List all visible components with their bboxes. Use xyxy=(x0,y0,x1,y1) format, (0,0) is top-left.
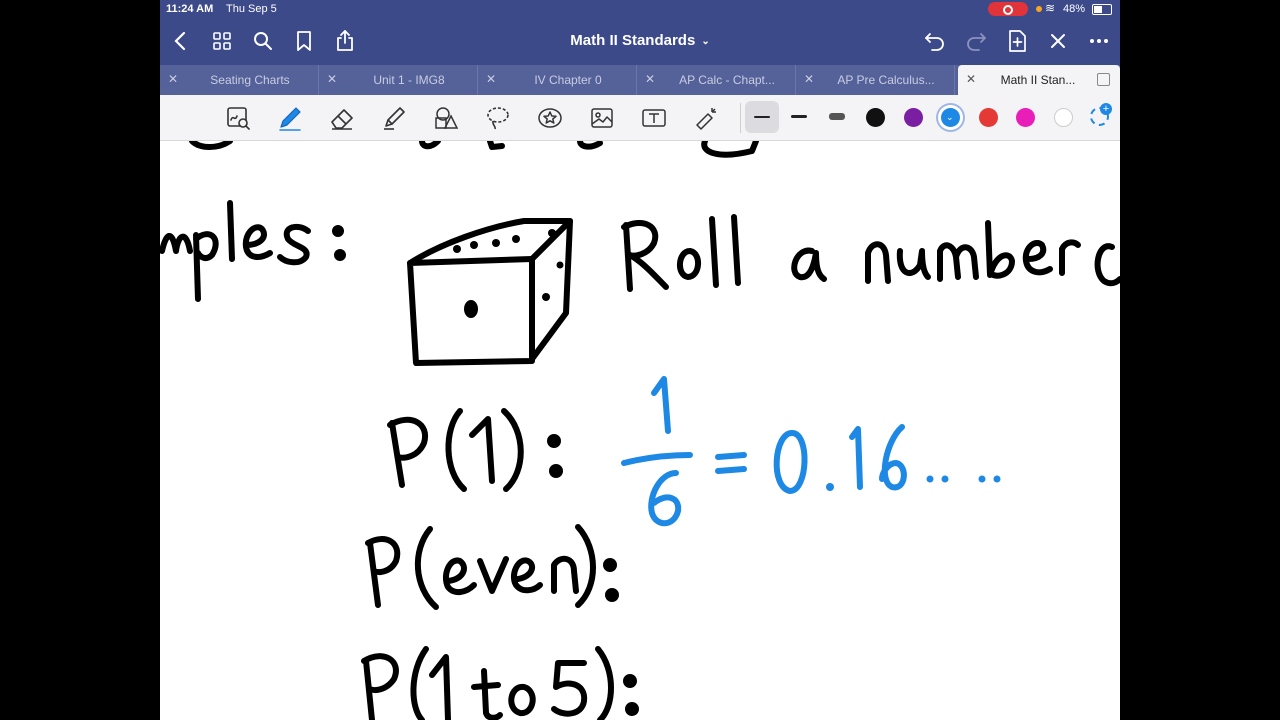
answer-dots xyxy=(826,475,1001,491)
chevron-down-icon: ⌄ xyxy=(946,112,954,122)
wifi-icon: ≋ xyxy=(1045,1,1056,15)
handwritten-ink xyxy=(160,141,1120,720)
tab-label: IV Chapter 0 xyxy=(534,73,602,87)
p-of-even-label-ink xyxy=(365,524,619,610)
page-view-icon[interactable] xyxy=(1097,73,1110,86)
annotation-toolbar: ⌄ + xyxy=(160,95,1120,141)
eraser-icon[interactable] xyxy=(328,104,356,132)
tab-ap-calc[interactable]: ✕ AP Calc - Chapt... xyxy=(637,65,796,95)
ipad-screen: 11:24 AM Thu Sep 5 ≋ 48% Math II Standar… xyxy=(160,0,1120,720)
tab-label: AP Calc - Chapt... xyxy=(679,73,775,87)
die-drawing xyxy=(407,218,573,366)
stroke-thick-option[interactable] xyxy=(829,113,845,120)
note-canvas[interactable] xyxy=(160,141,1120,720)
stroke-thin-option[interactable] xyxy=(754,116,770,118)
battery-percent: 48% xyxy=(1063,3,1086,15)
tab-iv-chapter-0[interactable]: ✕ IV Chapter 0 xyxy=(478,65,637,95)
tab-ap-pre-calculus[interactable]: ✕ AP Pre Calculus... xyxy=(796,65,955,95)
text-icon[interactable] xyxy=(640,104,668,132)
close-tab-icon[interactable]: ✕ xyxy=(645,72,655,86)
shapes-icon[interactable] xyxy=(432,104,460,132)
tab-label: Seating Charts xyxy=(210,73,290,87)
tab-label: Unit 1 - IMG8 xyxy=(373,73,445,87)
status-bar: 11:24 AM Thu Sep 5 ≋ 48% xyxy=(160,0,1120,18)
pen-icon[interactable] xyxy=(276,104,304,132)
highlighter-icon[interactable] xyxy=(380,104,408,132)
p-of-1-answer-ink xyxy=(621,376,907,527)
battery-icon xyxy=(1092,4,1112,15)
screen-recording-icon xyxy=(988,2,1028,16)
zoom-window-icon[interactable] xyxy=(224,104,252,132)
redo-icon[interactable] xyxy=(963,28,989,54)
p-of-1-to-5-label-ink xyxy=(361,646,639,720)
example-text-ink xyxy=(621,214,1120,292)
close-tab-icon[interactable]: ✕ xyxy=(486,72,496,86)
heading-fragment-ink xyxy=(160,200,346,302)
lasso-icon[interactable] xyxy=(484,104,512,132)
undo-icon[interactable] xyxy=(922,28,948,54)
tab-math-ii-standards[interactable]: ✕ Math II Stan... xyxy=(958,65,1120,96)
tab-seating-charts[interactable]: ✕ Seating Charts xyxy=(160,65,319,95)
document-title-text: Math II Standards xyxy=(570,32,696,49)
color-swatch-blue[interactable]: ⌄ xyxy=(941,108,960,127)
close-tab-icon[interactable]: ✕ xyxy=(804,72,814,86)
more-icon[interactable] xyxy=(1086,28,1112,54)
close-tab-icon[interactable]: ✕ xyxy=(168,72,178,86)
color-swatch-black[interactable] xyxy=(866,108,885,127)
color-swatch-purple[interactable] xyxy=(904,108,923,127)
microphone-indicator-icon xyxy=(1036,6,1042,12)
color-swatch-magenta[interactable] xyxy=(1016,108,1035,127)
image-icon[interactable] xyxy=(588,104,616,132)
tab-label: Math II Stan... xyxy=(1000,73,1076,87)
add-page-icon[interactable] xyxy=(1004,28,1030,54)
color-swatch-white[interactable] xyxy=(1054,108,1073,127)
status-time: 11:24 AM xyxy=(166,3,214,15)
document-tab-bar: ✕ Seating Charts ✕ Unit 1 - IMG8 ✕ IV Ch… xyxy=(160,65,1120,96)
close-tab-icon[interactable]: ✕ xyxy=(327,72,337,86)
tab-unit-1-img8[interactable]: ✕ Unit 1 - IMG8 xyxy=(319,65,478,95)
status-date: Thu Sep 5 xyxy=(226,3,277,15)
close-tab-icon[interactable]: ✕ xyxy=(966,72,976,86)
p-of-1-label-ink xyxy=(387,408,563,492)
tab-label: AP Pre Calculus... xyxy=(837,73,935,87)
toolbar-divider xyxy=(740,103,741,133)
close-icon[interactable] xyxy=(1045,28,1071,54)
sticker-icon[interactable] xyxy=(536,104,564,132)
stroke-medium-option[interactable] xyxy=(791,115,807,118)
top-bar: Math II Standards ⌄ xyxy=(160,18,1120,65)
color-swatch-red[interactable] xyxy=(979,108,998,127)
chevron-down-icon: ⌄ xyxy=(701,35,710,47)
add-color-button[interactable]: + xyxy=(1090,103,1112,126)
laser-pointer-icon[interactable] xyxy=(692,104,720,132)
